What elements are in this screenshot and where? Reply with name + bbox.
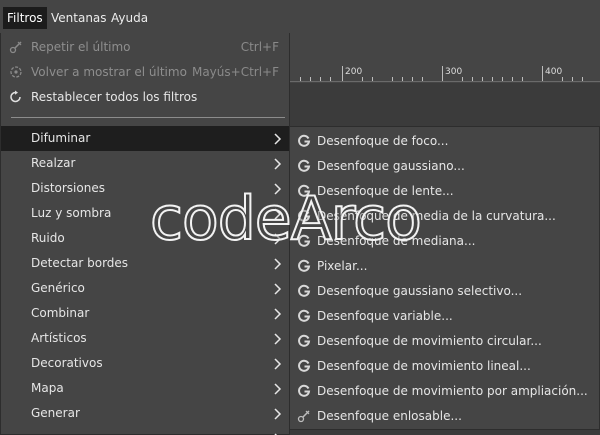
blur-item-media-curvatura[interactable]: Desenfoque de media de la curvatura... xyxy=(290,204,599,229)
chevron-right-icon xyxy=(274,258,282,270)
gegl-icon xyxy=(298,334,311,347)
chevron-right-icon xyxy=(274,133,282,145)
chevron-right-icon xyxy=(274,383,282,395)
blur-item-gaussiano-selectivo[interactable]: Desenfoque gaussiano selectivo... xyxy=(290,279,599,304)
gegl-icon xyxy=(298,184,311,197)
category-mapa[interactable]: Mapa xyxy=(1,376,289,401)
menu-bar: Filtros Ventanas Ayuda xyxy=(0,0,600,34)
category-ruido[interactable]: Ruido xyxy=(1,226,289,251)
chevron-right-icon xyxy=(274,358,282,370)
chevron-right-icon xyxy=(274,158,282,170)
blur-item-label: Desenfoque de mediana... xyxy=(317,234,476,248)
blur-item-pixelar[interactable]: Pixelar... xyxy=(290,254,599,279)
filters-menu: Repetir el último Ctrl+F Volver a mostra… xyxy=(0,33,290,435)
ruler-label: 400 xyxy=(545,67,563,77)
category-label: Artísticos xyxy=(31,331,87,345)
menu-item-label: Volver a mostrar el último xyxy=(31,65,187,79)
category-label: Difuminar xyxy=(31,131,91,145)
blur-item-movimiento-circular[interactable]: Desenfoque de movimiento circular... xyxy=(290,329,599,354)
blur-item-label: Desenfoque gaussiano... xyxy=(317,159,465,173)
repeat-last-item[interactable]: Repetir el último Ctrl+F xyxy=(1,35,289,60)
menu-item-shortcut: Mayús+Ctrl+F xyxy=(191,65,279,79)
category-label: Luz y sombra xyxy=(31,206,112,220)
gegl-icon xyxy=(298,284,311,297)
blur-item-label: Desenfoque de movimiento circular... xyxy=(317,334,542,348)
category-generico[interactable]: Genérico xyxy=(1,276,289,301)
blur-item-label: Desenfoque gaussiano selectivo... xyxy=(317,284,523,298)
blur-item-label: Desenfoque de lente... xyxy=(317,184,454,198)
chevron-right-icon xyxy=(274,208,282,220)
category-combinar[interactable]: Combinar xyxy=(1,301,289,326)
reset-all-filters-item[interactable]: Restablecer todos los filtros xyxy=(1,85,289,110)
chevron-right-icon xyxy=(274,408,282,420)
chevron-right-icon xyxy=(274,233,282,245)
blur-item-movimiento-ampliacion[interactable]: Desenfoque de movimiento por ampliación.… xyxy=(290,379,599,404)
blur-item-label: Desenfoque enlosable... xyxy=(317,409,462,423)
category-distorsiones[interactable]: Distorsiones xyxy=(1,176,289,201)
category-artisticos[interactable]: Artísticos xyxy=(1,326,289,351)
gegl-icon xyxy=(298,309,311,322)
category-label: Decorativos xyxy=(31,356,103,370)
gegl-icon xyxy=(298,359,311,372)
blur-item-label: Desenfoque de movimiento por ampliación.… xyxy=(317,384,588,398)
category-label: Ruido xyxy=(31,231,65,245)
ruler-label: 200 xyxy=(345,67,363,77)
blur-item-movimiento-lineal[interactable]: Desenfoque de movimiento lineal... xyxy=(290,354,599,379)
gegl-icon xyxy=(298,259,311,272)
menu-ayuda[interactable]: Ayuda xyxy=(107,7,152,29)
category-difuminar[interactable]: Difuminar xyxy=(1,126,289,151)
reshow-last-item[interactable]: Volver a mostrar el último Mayús+Ctrl+F xyxy=(1,60,289,85)
category-decorativos[interactable]: Decorativos xyxy=(1,351,289,376)
blur-item-lente[interactable]: Desenfoque de lente... xyxy=(290,179,599,204)
category-generar[interactable]: Generar xyxy=(1,401,289,426)
category-luz-y-sombra[interactable]: Luz y sombra xyxy=(1,201,289,226)
blur-item-enlosable[interactable]: Desenfoque enlosable... xyxy=(290,404,599,429)
blur-item-label: Desenfoque variable... xyxy=(317,309,453,323)
repeat-filter-icon xyxy=(9,41,22,54)
chevron-right-icon xyxy=(274,308,282,320)
menu-separator xyxy=(11,117,285,118)
menu-item-label: Repetir el último xyxy=(31,40,131,54)
reset-icon xyxy=(10,90,21,103)
script-fu-icon xyxy=(297,410,310,423)
gegl-icon xyxy=(298,159,311,172)
menu-filtros[interactable]: Filtros xyxy=(3,7,47,29)
menu-item-shortcut: Ctrl+F xyxy=(240,40,279,54)
category-label: Distorsiones xyxy=(31,181,105,195)
blur-item-label: Desenfoque de movimiento lineal... xyxy=(317,359,531,373)
category-label: Detectar bordes xyxy=(31,256,129,270)
blur-item-variable[interactable]: Desenfoque variable... xyxy=(290,304,599,329)
chevron-right-icon xyxy=(274,183,282,195)
chevron-right-icon xyxy=(274,283,282,295)
blur-item-gaussiano[interactable]: Desenfoque gaussiano... xyxy=(290,154,599,179)
menu-ventanas[interactable]: Ventanas xyxy=(47,7,111,29)
reshow-filter-icon xyxy=(10,66,22,78)
blur-item-mediana[interactable]: Desenfoque de mediana... xyxy=(290,229,599,254)
category-next-partial[interactable] xyxy=(1,426,289,435)
blur-item-foco[interactable]: Desenfoque de foco... xyxy=(290,129,599,154)
gegl-icon xyxy=(298,234,311,247)
gegl-icon xyxy=(298,384,311,397)
blur-item-label: Pixelar... xyxy=(317,259,368,273)
gegl-icon xyxy=(298,134,311,147)
ruler-label: 300 xyxy=(445,67,463,77)
chevron-right-icon xyxy=(274,333,282,345)
menu-item-label: Restablecer todos los filtros xyxy=(31,90,198,104)
gegl-icon xyxy=(298,209,311,222)
horizontal-ruler[interactable]: 200 300 400 xyxy=(288,66,600,82)
category-label: Genérico xyxy=(31,281,85,295)
blur-item-label: Desenfoque de foco... xyxy=(317,134,449,148)
blur-item-label: Desenfoque de media de la curvatura... xyxy=(317,209,556,223)
category-detectar-bordes[interactable]: Detectar bordes xyxy=(1,251,289,276)
category-label: Realzar xyxy=(31,156,76,170)
blur-submenu: Desenfoque de foco... Desenfoque gaussia… xyxy=(289,126,600,430)
category-label: Combinar xyxy=(31,306,90,320)
category-label: Mapa xyxy=(31,381,64,395)
category-realzar[interactable]: Realzar xyxy=(1,151,289,176)
category-label: Generar xyxy=(31,406,80,420)
